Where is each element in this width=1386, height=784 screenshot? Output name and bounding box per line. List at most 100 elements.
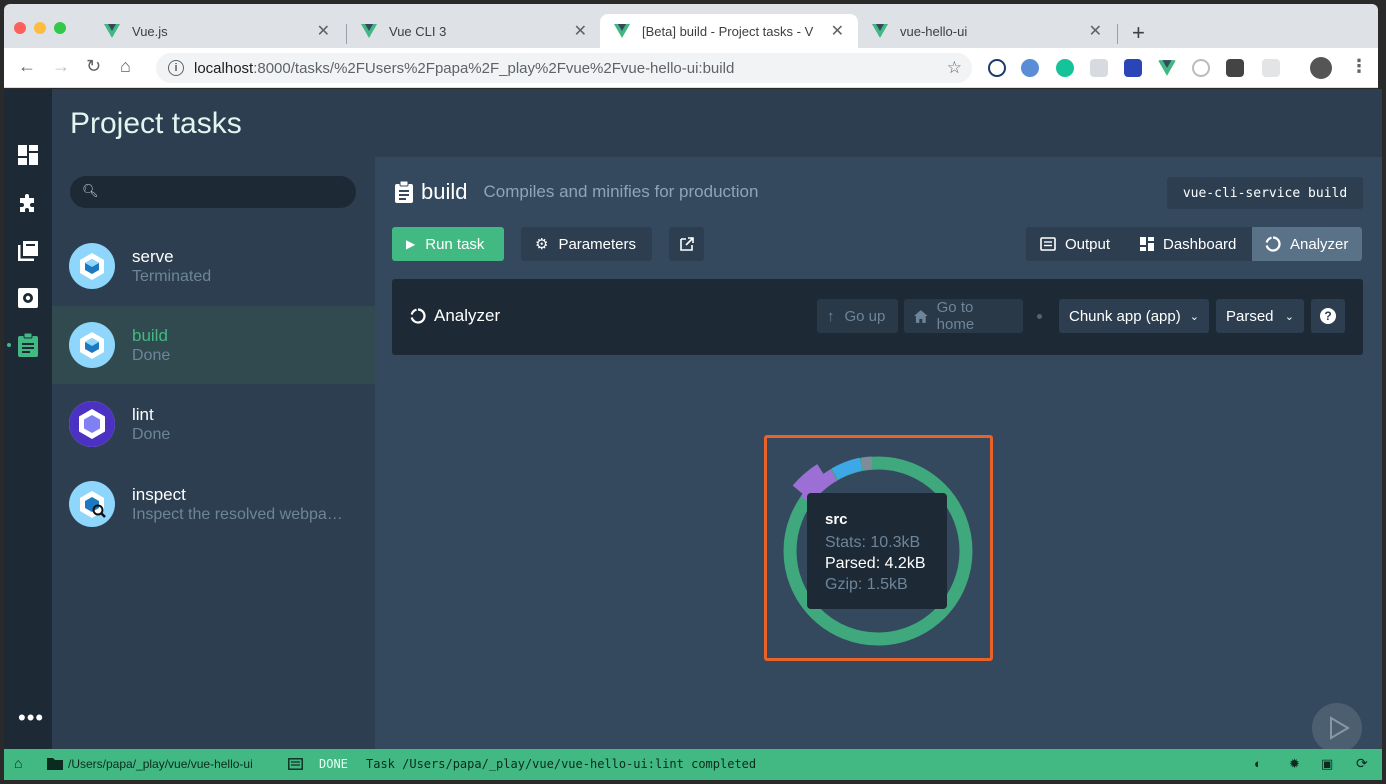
analyzer-chart: src Stats: 10.3kB Parsed: 4.2kB Gzip: 1.… bbox=[375, 367, 1382, 753]
task-name: inspect bbox=[132, 485, 186, 504]
extension-vue-devtools-icon[interactable] bbox=[1158, 59, 1176, 77]
bug-icon[interactable]: ✹ bbox=[1289, 756, 1300, 772]
tab-dashboard[interactable]: Dashboard bbox=[1140, 227, 1236, 261]
task-item-build[interactable]: build Done bbox=[52, 306, 375, 384]
task-description: Inspect the resolved webpa… bbox=[132, 506, 343, 523]
extension-grammarly-icon[interactable] bbox=[1056, 59, 1074, 77]
tasks-clipboard-icon[interactable] bbox=[16, 333, 40, 357]
site-info-icon[interactable]: i bbox=[168, 60, 184, 76]
go-to-home-label: Go to home bbox=[936, 299, 975, 333]
output-icon bbox=[1040, 237, 1056, 251]
browser-menu-icon[interactable]: ⋮ bbox=[1350, 56, 1368, 77]
extension-icon[interactable] bbox=[1226, 59, 1244, 77]
task-name: lint bbox=[132, 405, 154, 424]
dependencies-library-icon[interactable] bbox=[16, 239, 40, 263]
home-icon[interactable]: ⌂ bbox=[120, 56, 131, 77]
task-description: Done bbox=[132, 426, 171, 443]
vue-logo-icon bbox=[104, 24, 120, 38]
left-navigation: ••• bbox=[4, 89, 52, 749]
task-description: Done bbox=[132, 347, 171, 364]
screen: Vue.js ✕ Vue CLI 3 ✕ [Beta] build - Proj… bbox=[0, 0, 1386, 784]
bookmark-star-icon[interactable]: ☆ bbox=[947, 58, 962, 78]
vue-logo-icon bbox=[361, 24, 377, 38]
task-name: serve bbox=[132, 247, 174, 266]
gear-icon: ⚙ bbox=[535, 236, 549, 253]
reload-icon[interactable]: ↻ bbox=[86, 56, 101, 77]
browser-tab-vuejs[interactable]: Vue.js ✕ bbox=[90, 14, 344, 48]
annotation-highlight-box bbox=[764, 435, 993, 661]
view-tabs: Output Dashboard Analyzer bbox=[1026, 227, 1362, 261]
refresh-icon[interactable]: ⟳ bbox=[1356, 755, 1368, 772]
size-type-select[interactable]: Parsed ⌄ bbox=[1216, 299, 1304, 333]
tab-label: Dashboard bbox=[1163, 235, 1237, 253]
extension-icon[interactable] bbox=[1021, 59, 1039, 77]
minimize-window-button[interactable] bbox=[34, 22, 46, 34]
chunk-select[interactable]: Chunk app (app) ⌄ bbox=[1059, 299, 1209, 333]
address-bar[interactable]: i localhost:8000/tasks/%2FUsers%2Fpapa%2… bbox=[156, 53, 972, 83]
home-icon[interactable]: ⌂ bbox=[14, 755, 22, 771]
tab-label: Vue CLI 3 bbox=[389, 23, 447, 39]
vue-ui-app: ••• Project tasks 🔍︎ serve Terminated bu… bbox=[4, 89, 1382, 753]
console-log-icon[interactable] bbox=[288, 758, 303, 770]
task-item-serve[interactable]: serve Terminated bbox=[52, 227, 375, 305]
webpack-icon bbox=[69, 243, 115, 289]
close-tab-icon[interactable]: ✕ bbox=[831, 21, 844, 41]
extension-icon[interactable] bbox=[1124, 59, 1142, 77]
help-button[interactable]: ? bbox=[1311, 299, 1345, 333]
open-external-button[interactable] bbox=[669, 227, 704, 261]
project-path[interactable]: /Users/papa/_play/vue/vue-hello-ui bbox=[68, 757, 253, 771]
close-window-button[interactable] bbox=[14, 22, 26, 34]
arrow-up-icon: ↑ bbox=[827, 307, 835, 325]
forward-icon[interactable]: → bbox=[52, 56, 70, 77]
browser-tab-vue-cli[interactable]: Vue CLI 3 ✕ bbox=[347, 14, 601, 48]
parameters-button[interactable]: ⚙ Parameters bbox=[521, 227, 652, 261]
chevron-down-icon: ⌄ bbox=[1284, 310, 1294, 323]
task-details: build Compiles and minifies for producti… bbox=[375, 157, 1382, 753]
status-message: Task /Users/papa/_play/vue/vue-hello-ui:… bbox=[366, 757, 757, 771]
go-up-label: Go up bbox=[844, 307, 886, 325]
close-tab-icon[interactable]: ✕ bbox=[1089, 21, 1102, 41]
browser-toolbar: ← → ↻ ⌂ i localhost:8000/tasks/%2FUsers%… bbox=[4, 48, 1378, 88]
extension-icon[interactable] bbox=[1090, 59, 1108, 77]
task-item-inspect[interactable]: inspect Inspect the resolved webpa… bbox=[52, 465, 375, 543]
go-up-button[interactable]: ↑ Go up bbox=[817, 299, 898, 333]
new-tab-button[interactable]: + bbox=[1132, 20, 1145, 46]
extension-icon[interactable] bbox=[1192, 59, 1210, 77]
separator-dot bbox=[1037, 314, 1042, 319]
chunk-select-value: Chunk app (app) bbox=[1069, 307, 1181, 325]
tab-label: Vue.js bbox=[132, 23, 168, 39]
profile-avatar[interactable] bbox=[1310, 57, 1332, 79]
extension-icon[interactable] bbox=[1262, 59, 1280, 77]
go-to-home-button[interactable]: Go to home bbox=[904, 299, 1023, 333]
tab-output[interactable]: Output bbox=[1040, 227, 1110, 261]
plugins-puzzle-icon[interactable] bbox=[16, 191, 40, 215]
open-in-new-icon bbox=[679, 237, 694, 251]
analyzer-title-label: Analyzer bbox=[434, 306, 501, 325]
help-icon: ? bbox=[1320, 308, 1336, 324]
task-name: build bbox=[421, 179, 468, 204]
status-badge: DONE bbox=[319, 757, 348, 771]
browser-tab-project-tasks[interactable]: [Beta] build - Project tasks - V ✕ bbox=[600, 14, 858, 48]
run-task-label: Run task bbox=[425, 235, 485, 253]
browser-tab-vue-hello-ui[interactable]: vue-hello-ui ✕ bbox=[858, 14, 1116, 48]
status-bar: ⌂ /Users/papa/_play/vue/vue-hello-ui DON… bbox=[4, 749, 1382, 780]
more-icon[interactable]: ••• bbox=[18, 705, 44, 731]
search-icon: 🔍︎ bbox=[82, 183, 99, 198]
task-search-input[interactable]: 🔍︎ bbox=[70, 176, 356, 208]
close-tab-icon[interactable]: ✕ bbox=[574, 21, 587, 41]
task-item-lint[interactable]: lint Done bbox=[52, 385, 375, 463]
back-icon[interactable]: ← bbox=[18, 56, 36, 77]
task-description: Compiles and minifies for production bbox=[483, 182, 759, 201]
translate-icon[interactable]: ▣ bbox=[1321, 756, 1333, 772]
dashboard-icon[interactable] bbox=[16, 143, 40, 167]
configuration-gear-icon[interactable] bbox=[16, 286, 40, 310]
dark-mode-icon[interactable]: ◐ bbox=[1254, 756, 1262, 771]
home-icon bbox=[914, 309, 928, 323]
url-path: :8000/tasks/%2FUsers%2Fpapa%2F_play%2Fvu… bbox=[253, 59, 735, 77]
maximize-window-button[interactable] bbox=[54, 22, 66, 34]
vue-logo-icon bbox=[614, 24, 630, 38]
run-task-button[interactable]: ▶ Run task bbox=[392, 227, 504, 261]
extension-1password-icon[interactable] bbox=[988, 59, 1006, 77]
close-tab-icon[interactable]: ✕ bbox=[317, 21, 330, 41]
tab-analyzer[interactable]: Analyzer bbox=[1252, 227, 1362, 261]
